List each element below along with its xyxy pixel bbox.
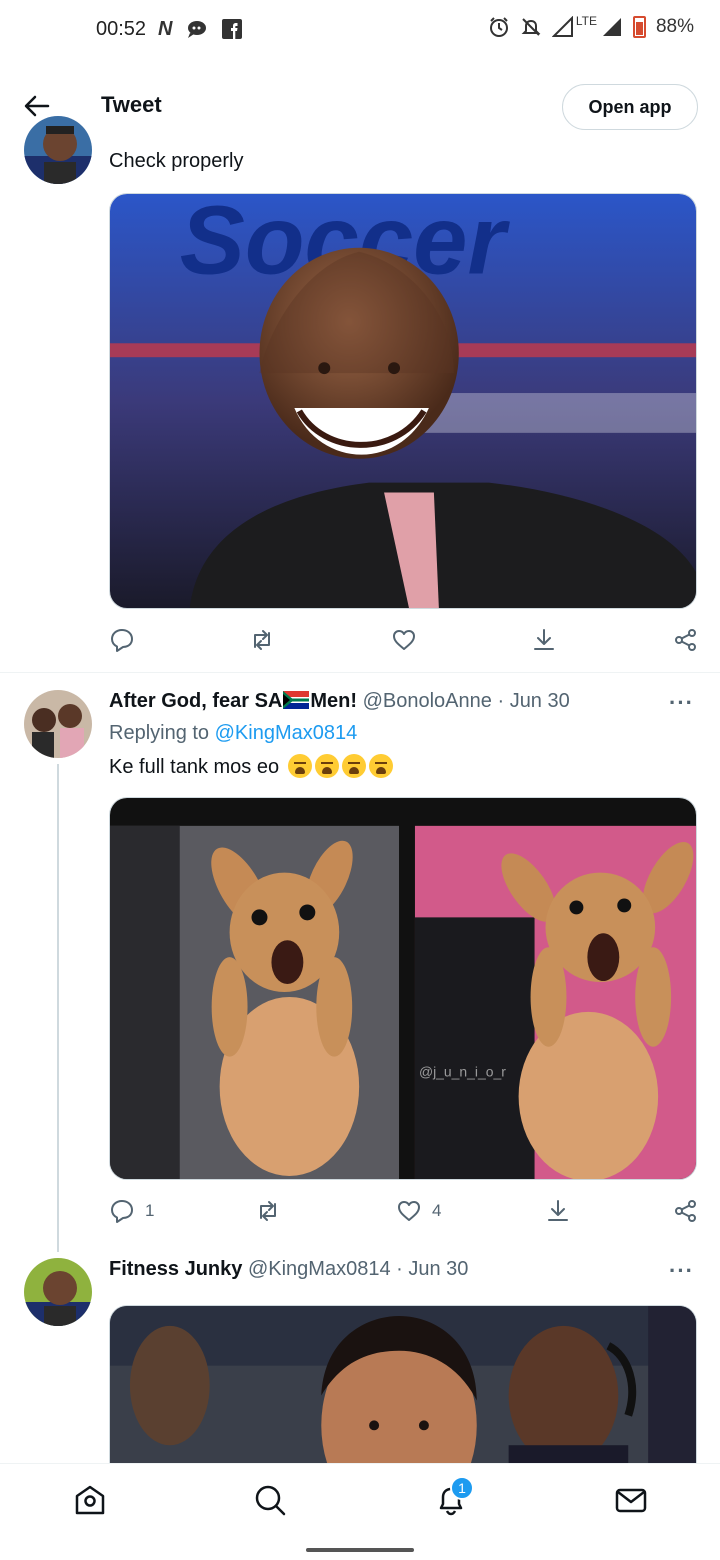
notification-badge: 1 [450, 1476, 474, 1500]
share-icon [675, 1200, 696, 1222]
weary-face-emoji [368, 754, 393, 778]
status-bar: 00:52 N LTE 88% [0, 0, 720, 60]
retweet-button[interactable] [249, 627, 275, 653]
tweet-header: Fitness Junky @KingMax0814 · Jun 30 [109, 1258, 468, 1281]
heart-icon [398, 1201, 420, 1221]
handle[interactable]: @BonoloAnne [363, 690, 492, 712]
like-count: 4 [432, 1201, 442, 1220]
share-icon [675, 629, 696, 651]
tweet-actions: 1 4 [109, 1198, 701, 1228]
retweet-icon [254, 630, 270, 650]
search-icon [255, 1485, 286, 1516]
retweet-button[interactable] [255, 1198, 281, 1224]
reply-icon [111, 629, 133, 652]
avatar[interactable] [24, 116, 92, 184]
n-icon: N [158, 18, 173, 40]
display-name[interactable]: Fitness Junky [109, 1258, 242, 1280]
open-app-button[interactable]: Open app [562, 84, 698, 130]
nav-messages[interactable] [613, 1482, 649, 1518]
tweet-text-row: Ke full tank mos eo [109, 754, 393, 779]
share-button[interactable] [673, 627, 699, 653]
nav-search[interactable] [252, 1482, 288, 1518]
weary-face-emoji [287, 754, 312, 778]
display-name[interactable]: After God, fear SA [109, 690, 282, 712]
mention-link[interactable]: @KingMax0814 [215, 722, 358, 744]
status-time: 00:52 [96, 18, 147, 40]
tweet-text: Check properly [109, 150, 244, 172]
share-button[interactable] [673, 1198, 699, 1224]
reply-count: 1 [145, 1201, 155, 1220]
weary-face-emoji [341, 754, 366, 778]
chat-icon [188, 21, 207, 38]
tweet-date[interactable]: Jun 30 [510, 690, 570, 712]
tweet-image[interactable]: @j_u_n_i_o_r [109, 797, 697, 1180]
like-button[interactable] [391, 627, 417, 653]
display-name-suffix[interactable]: Men! [310, 690, 357, 712]
separator-dot: · [497, 690, 505, 712]
signal-icon [602, 18, 621, 36]
tweet-header: After God, fear SA Men! @BonoloAnne · Jun… [109, 690, 570, 713]
signal-icon [551, 16, 573, 37]
heart-icon [393, 630, 415, 650]
avatar[interactable] [24, 1258, 92, 1326]
replying-prefix: Replying to [109, 722, 210, 744]
more-options-button[interactable]: ··· [669, 1258, 694, 1284]
battery-level: 88% [655, 16, 694, 37]
download-button[interactable] [531, 627, 557, 653]
reply-icon [111, 1200, 133, 1223]
home-icon [75, 1485, 105, 1515]
south-africa-flag-icon [283, 691, 310, 709]
tweet-actions [109, 627, 701, 657]
divider [0, 672, 720, 673]
like-button[interactable]: 4 [396, 1198, 441, 1224]
more-options-button[interactable]: ··· [669, 690, 694, 716]
retweet-icon [260, 1201, 276, 1221]
alarm-icon [489, 17, 508, 37]
facebook-icon [222, 19, 243, 39]
nav-home[interactable] [72, 1482, 108, 1518]
download-icon [534, 629, 554, 650]
tweet-image[interactable]: Soccer [109, 193, 697, 609]
mute-icon [521, 18, 541, 36]
reply-button[interactable] [109, 627, 135, 653]
image-watermark: @j_u_n_i_o_r [419, 1064, 506, 1080]
tweet-image[interactable] [109, 1305, 697, 1485]
tweet-text: Ke full tank mos eo [109, 756, 280, 778]
status-right-icons: LTE 88% [488, 14, 694, 38]
download-button[interactable] [545, 1198, 571, 1224]
bottom-navigation: 1 [0, 1463, 720, 1537]
handle[interactable]: @KingMax0814 [248, 1258, 391, 1280]
network-label: LTE [575, 14, 597, 28]
messages-icon [615, 1488, 647, 1513]
avatar[interactable] [24, 690, 92, 758]
thread-line [57, 764, 59, 1252]
gesture-bar[interactable] [306, 1548, 414, 1552]
status-left-icons: N [158, 18, 243, 40]
tweet-date[interactable]: Jun 30 [408, 1258, 468, 1280]
download-icon [548, 1200, 568, 1221]
top-header: Tweet Open app [0, 72, 720, 140]
page-title: Tweet [101, 92, 162, 117]
battery-icon [632, 16, 646, 38]
reply-button[interactable]: 1 [109, 1198, 154, 1224]
weary-face-emoji [314, 754, 339, 778]
replying-to: Replying to @KingMax0814 [109, 722, 357, 745]
separator-dot: · [396, 1258, 403, 1280]
